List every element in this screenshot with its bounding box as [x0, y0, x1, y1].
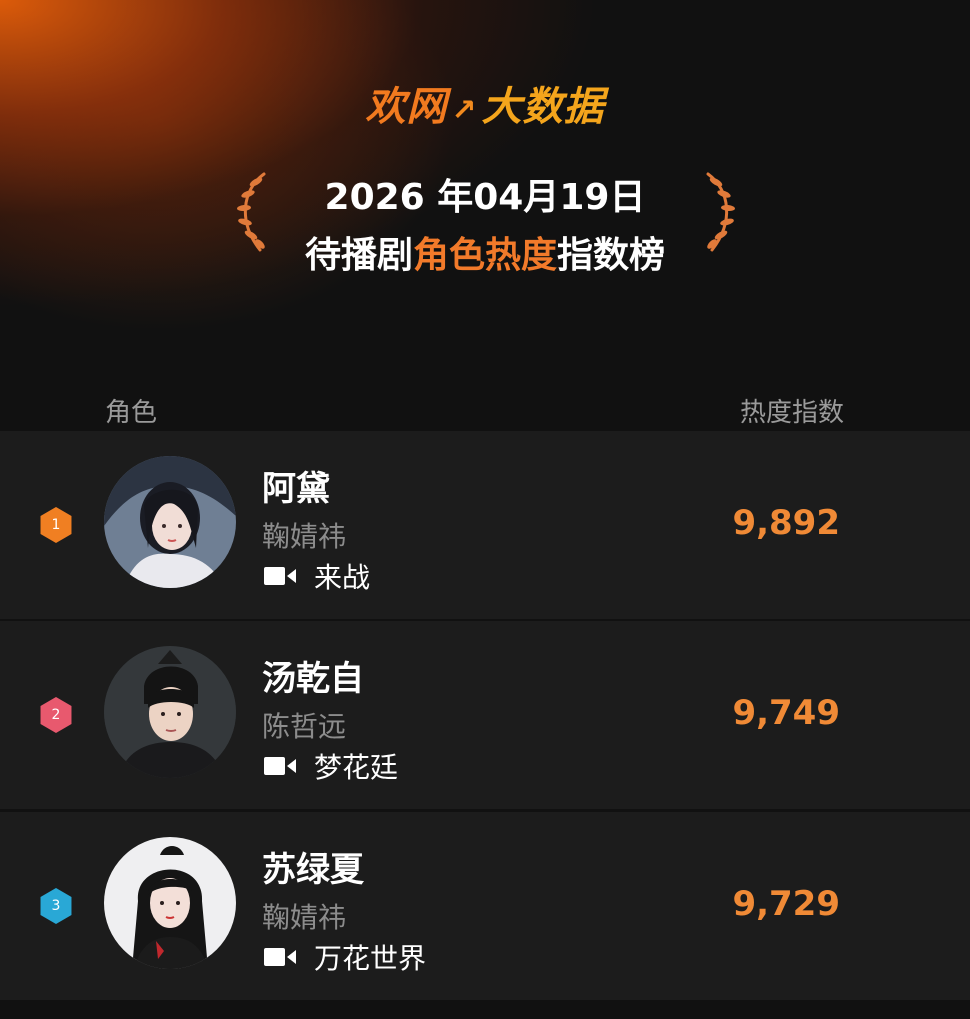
actor-name: 鞠婧祎: [262, 520, 347, 553]
drama-info: 万花世界: [264, 940, 427, 975]
character-name: 汤乾自: [262, 659, 364, 699]
column-header-score: 热度指数: [740, 398, 845, 428]
trend-arrow-icon: ↗: [451, 93, 478, 128]
drama-title: 来战: [314, 561, 371, 594]
rank-badge: 2: [40, 697, 72, 733]
drama-title: 万花世界: [314, 942, 427, 975]
video-camera-icon: [264, 948, 296, 966]
video-camera-icon: [264, 757, 296, 775]
actor-name: 陈哲远: [262, 710, 347, 743]
avatar: [104, 837, 236, 969]
title-prefix: 待播剧: [304, 235, 413, 276]
heat-score: 9,749: [732, 693, 840, 733]
actor-name: 鞠婧祎: [262, 901, 347, 934]
character-name: 阿黛: [262, 469, 330, 509]
column-header-role: 角色: [105, 398, 158, 428]
ranking-row[interactable]: 2 汤乾自 陈哲远 梦花廷 9,749: [0, 621, 970, 809]
brand-name-part2: 大数据: [481, 84, 605, 130]
heat-score: 9,892: [732, 503, 840, 543]
character-name: 苏绿夏: [262, 850, 364, 890]
brand-logo: 欢网 ↗ 大数据: [0, 74, 970, 132]
rank-badge: 3: [40, 888, 72, 924]
heat-score: 9,729: [732, 884, 840, 924]
avatar: [104, 456, 236, 588]
rank-badge: 1: [40, 507, 72, 543]
ranking-row[interactable]: 1 阿黛 鞠婧祎 来战 9,892: [0, 431, 970, 619]
title-date: 2026 年04月19日: [324, 177, 646, 218]
drama-info: 来战: [264, 559, 371, 594]
title-suffix: 指数榜: [557, 235, 666, 276]
ranking-row[interactable]: 3 苏绿夏 鞠婧祎 万花世界 9,729: [0, 812, 970, 1000]
avatar: [104, 646, 236, 778]
drama-info: 梦花廷: [264, 749, 399, 784]
title-highlight: 角色热度: [412, 235, 557, 276]
page-title: 待播剧角色热度指数榜: [0, 226, 970, 278]
drama-title: 梦花廷: [314, 751, 399, 784]
video-camera-icon: [264, 567, 296, 585]
brand-name-part1: 欢网: [365, 84, 448, 130]
